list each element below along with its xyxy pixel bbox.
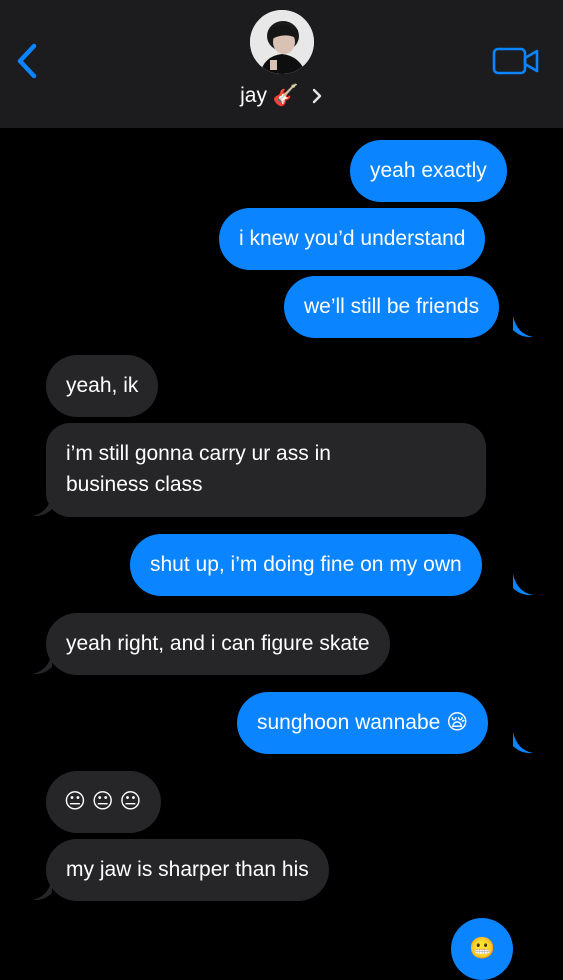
message-bubble-sent[interactable]: sunghoon wannabe 😪	[237, 692, 489, 754]
message-bubble-received[interactable]: i’m still gonna carry ur ass in business…	[46, 423, 486, 517]
message-text: shut up, i’m doing fine on my own	[150, 553, 462, 576]
avatar-image	[250, 10, 314, 74]
message-bubble-sent[interactable]: yeah exactly	[350, 140, 507, 202]
bubble-tail	[513, 574, 533, 596]
bubble-tail	[513, 732, 533, 754]
message-text: yeah, ik	[66, 374, 139, 397]
back-chevron-icon	[17, 43, 37, 79]
message-bubble-sent[interactable]: 😬	[451, 918, 514, 980]
message-text: yeah exactly	[370, 159, 487, 182]
contact-avatar[interactable]	[250, 10, 314, 74]
message-text: sunghoon wannabe	[257, 711, 441, 734]
contact-name-row[interactable]: jay 🎸	[0, 82, 563, 110]
message-text-line: i’m still gonna carry ur ass in	[66, 442, 331, 465]
video-call-icon	[492, 47, 539, 75]
chevron-right-icon	[312, 89, 322, 104]
message-text: my jaw is sharper than his	[66, 858, 309, 881]
message-bubble-received[interactable]: my jaw is sharper than his	[46, 839, 329, 901]
back-button[interactable]	[10, 40, 46, 84]
video-call-button[interactable]	[491, 44, 541, 78]
bubble-tail	[32, 495, 52, 517]
message-emoji: 😪	[446, 711, 469, 734]
message-emoji: 😬	[469, 937, 496, 960]
message-bubble-sent[interactable]: we’ll still be friends	[284, 276, 500, 338]
bubble-tail	[32, 879, 52, 901]
bubble-tail	[32, 653, 52, 675]
message-text-line: business class	[66, 473, 203, 496]
conversation-header: jay 🎸	[0, 0, 563, 128]
message-text: i knew you’d understand	[239, 227, 466, 250]
message-bubble-received[interactable]: 😐 😐 😐	[46, 771, 162, 833]
message-text: yeah right, and i can figure skate	[66, 632, 370, 655]
message-emoji: 😐	[64, 790, 86, 813]
message-bubble-sent[interactable]: shut up, i’m doing fine on my own	[130, 534, 482, 596]
message-emoji: 😐	[91, 790, 114, 813]
message-bubble-received[interactable]: yeah right, and i can figure skate	[46, 613, 390, 675]
message-bubble-sent[interactable]: i knew you’d understand	[219, 208, 486, 270]
message-bubble-received[interactable]: yeah, ik	[46, 355, 159, 417]
bubble-tail	[513, 316, 533, 338]
message-emoji: 😐	[119, 790, 142, 813]
contact-name: jay	[240, 84, 267, 107]
contact-emoji: 🎸	[272, 84, 299, 107]
message-text: we’ll still be friends	[304, 295, 480, 318]
